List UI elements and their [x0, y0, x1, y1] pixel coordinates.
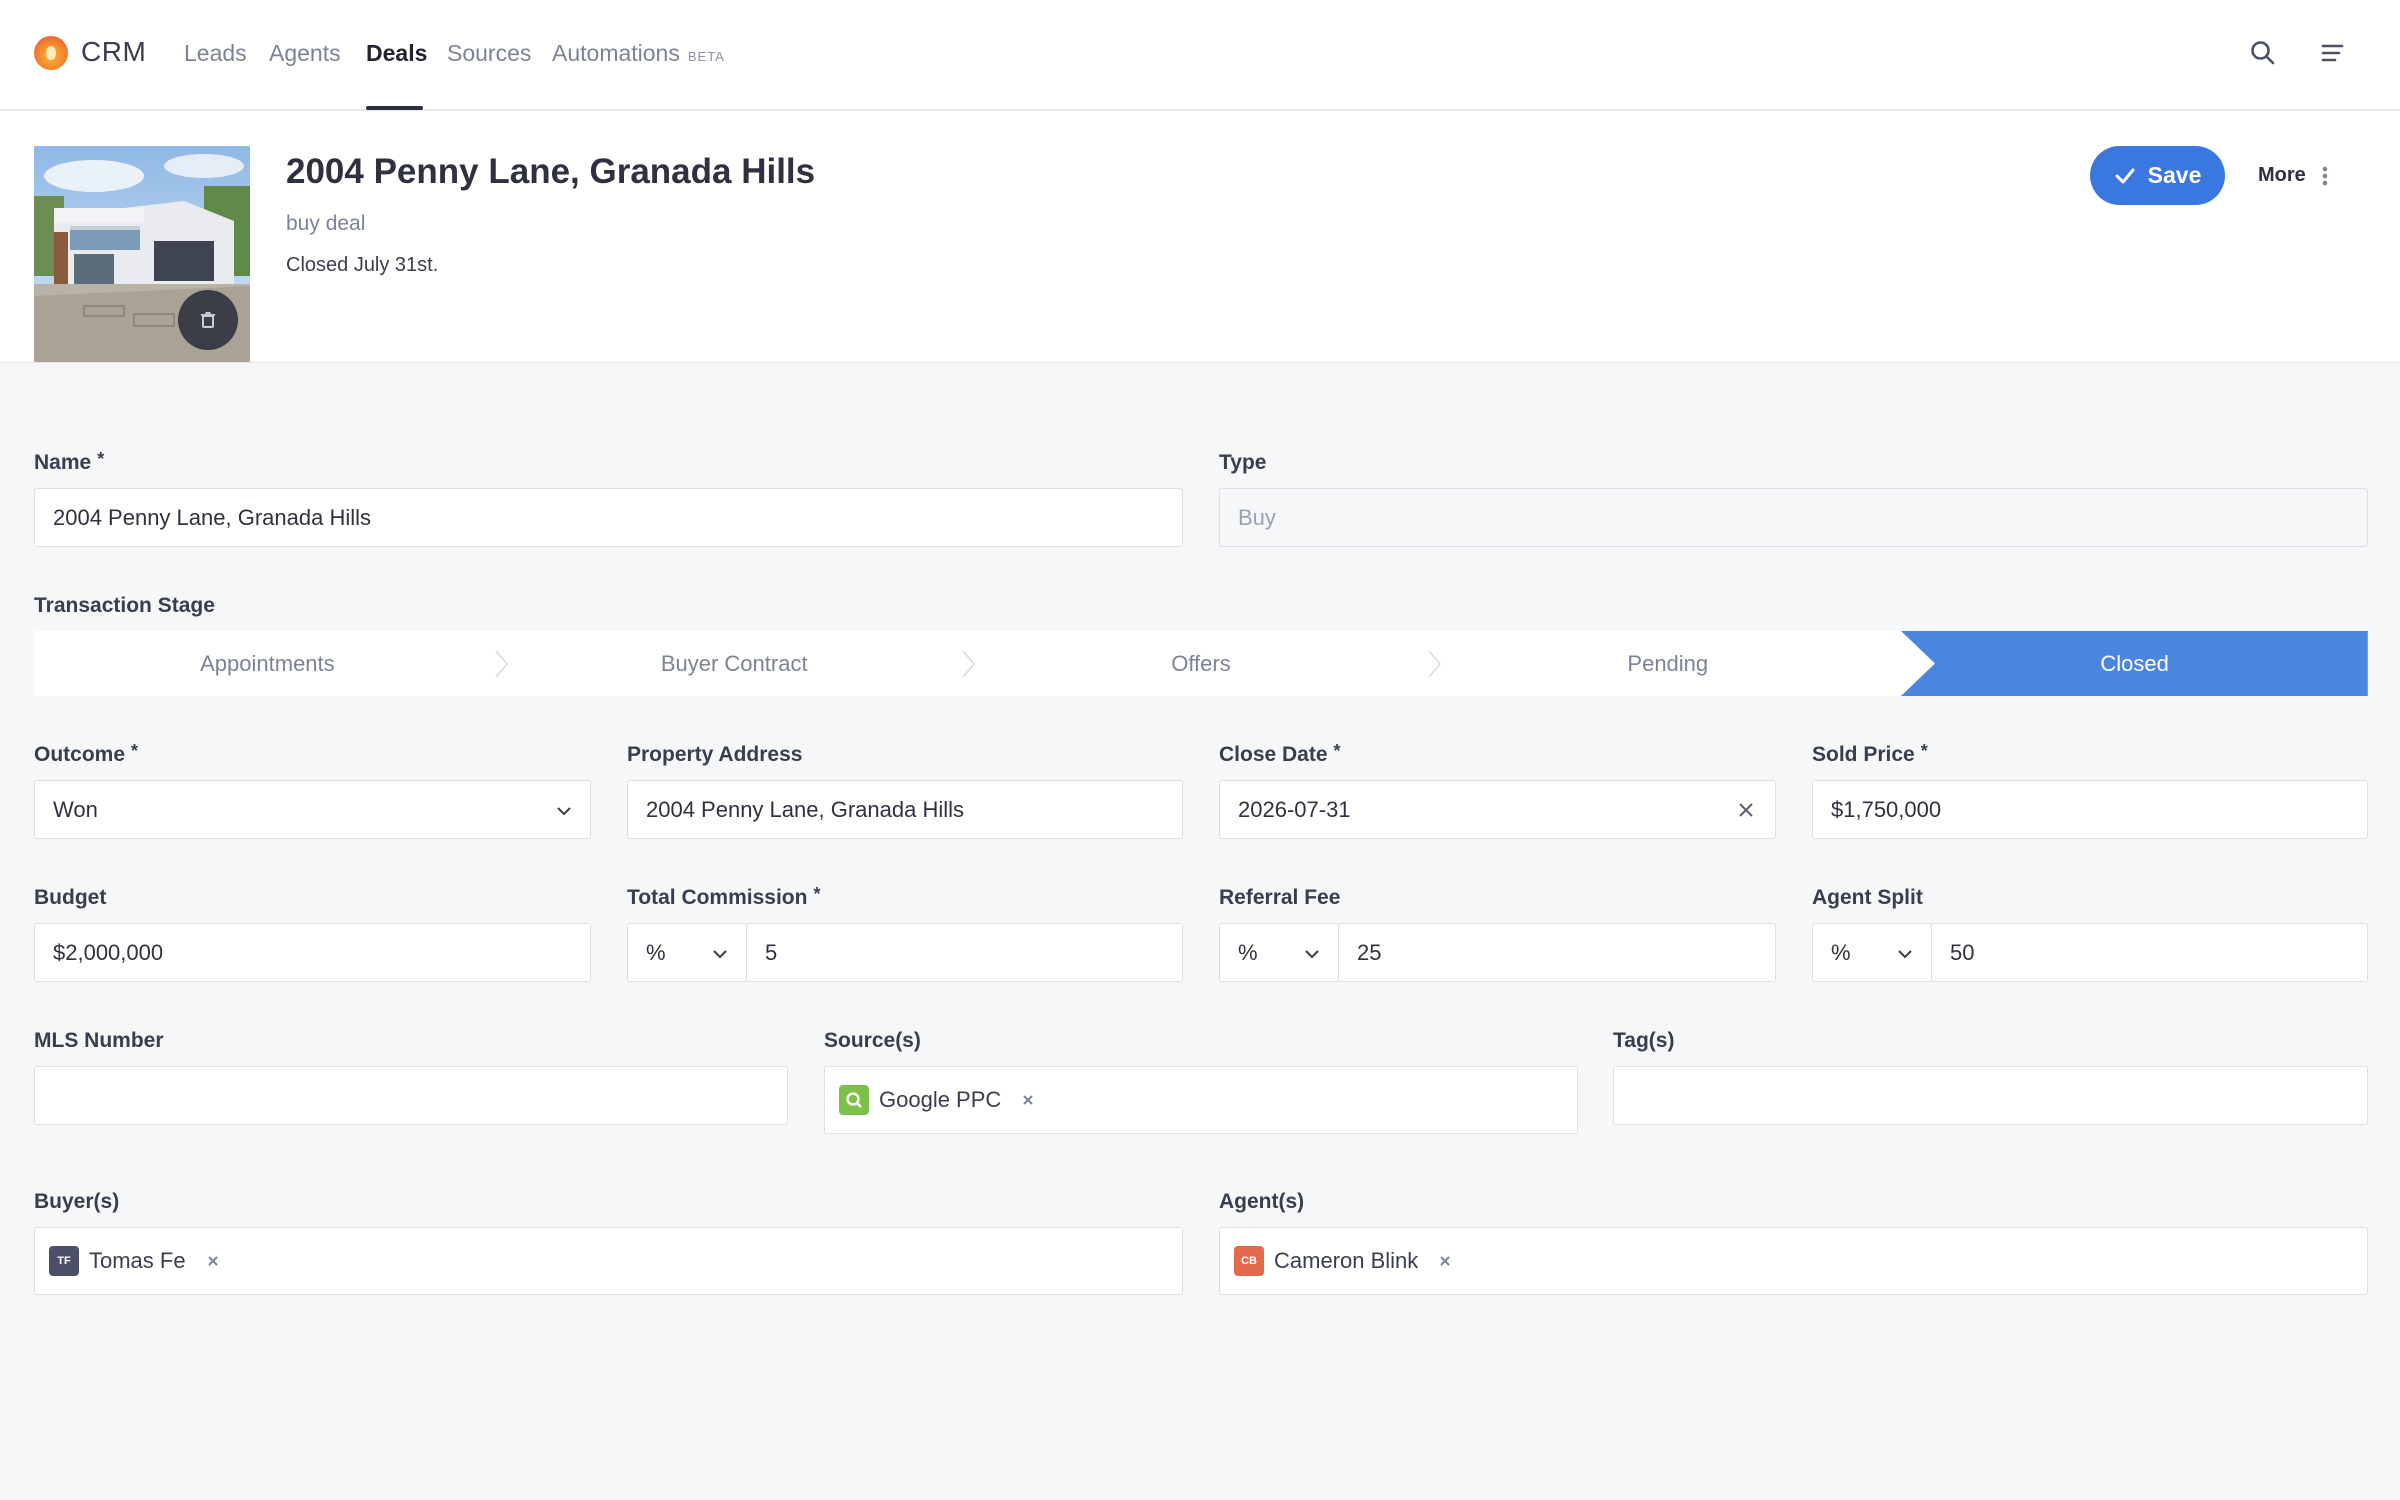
stage-buyer-contract[interactable]: Buyer Contract — [501, 631, 975, 696]
total-commission-label: Total Commission * — [627, 884, 821, 909]
property-address-input[interactable]: 2004 Penny Lane, Granada Hills — [627, 780, 1183, 839]
search-icon — [839, 1085, 869, 1115]
brand-logo[interactable] — [34, 36, 68, 70]
sources-input[interactable]: Google PPC — [824, 1066, 1578, 1134]
outcome-select[interactable]: Won — [34, 780, 591, 839]
tags-label: Tag(s) — [1613, 1029, 1675, 1052]
agent-chip: CB Cameron Blink — [1234, 1244, 1468, 1278]
type-field: Buy — [1219, 488, 2368, 547]
nav-item-automations-label: Automations — [552, 40, 680, 66]
source-chip-label: Google PPC — [879, 1087, 1002, 1112]
chevron-down-icon — [1305, 950, 1319, 959]
name-label: Name * — [34, 449, 105, 474]
remove-source-icon[interactable] — [1015, 1087, 1041, 1113]
total-commission-unit-select[interactable]: % — [627, 923, 747, 982]
tags-input[interactable] — [1613, 1066, 2368, 1125]
active-nav-underline — [366, 106, 423, 110]
nav-item-deals[interactable]: Deals — [366, 40, 427, 67]
deal-title: 2004 Penny Lane, Granada Hills — [286, 152, 816, 191]
buyer-chip: TF Tomas Fe — [49, 1244, 236, 1278]
property-address-label: Property Address — [627, 743, 803, 766]
stage-appointments[interactable]: Appointments — [34, 631, 508, 696]
avatar: CB — [1234, 1246, 1264, 1276]
name-input[interactable]: 2004 Penny Lane, Granada Hills — [34, 488, 1183, 547]
type-label: Type — [1219, 451, 1267, 474]
more-button[interactable]: More — [2258, 164, 2328, 187]
search-icon[interactable] — [2248, 38, 2278, 68]
total-commission-input[interactable]: 5 — [746, 923, 1183, 982]
deal-note: Closed July 31st. — [286, 254, 439, 276]
stage-offers[interactable]: Offers — [968, 631, 1442, 696]
menu-icon[interactable] — [2318, 38, 2348, 68]
close-date-label: Close Date * — [1219, 741, 1341, 766]
sources-label: Source(s) — [824, 1029, 921, 1052]
referral-fee-unit-select[interactable]: % — [1219, 923, 1339, 982]
agents-input[interactable]: CB Cameron Blink — [1219, 1227, 2368, 1295]
sold-price-label: Sold Price * — [1812, 741, 1928, 766]
deal-header — [0, 111, 2400, 363]
stage-closed[interactable]: Closed — [1901, 631, 2368, 696]
buyers-input[interactable]: TF Tomas Fe — [34, 1227, 1183, 1295]
nav-item-sources[interactable]: Sources — [447, 40, 531, 67]
check-icon — [2115, 168, 2135, 183]
remove-buyer-icon[interactable] — [200, 1248, 226, 1274]
save-button-label: Save — [2147, 162, 2202, 188]
transaction-stage-bar: Appointments Buyer Contract Offers Pendi… — [34, 631, 2368, 696]
clear-icon[interactable] — [1735, 799, 1757, 821]
agent-split-unit-select[interactable]: % — [1812, 923, 1932, 982]
beta-badge: BETA — [687, 49, 725, 64]
agents-label: Agent(s) — [1219, 1190, 1305, 1213]
mls-number-input[interactable] — [34, 1066, 788, 1125]
referral-fee-input[interactable]: 25 — [1338, 923, 1776, 982]
budget-input[interactable]: $2,000,000 — [34, 923, 591, 982]
deal-subtitle: buy deal — [286, 212, 366, 235]
nav-item-agents[interactable]: Agents — [269, 40, 341, 67]
budget-label: Budget — [34, 886, 107, 909]
referral-fee-label: Referral Fee — [1219, 886, 1341, 909]
more-vertical-icon — [2322, 166, 2328, 185]
mls-number-label: MLS Number — [34, 1029, 164, 1052]
trash-icon — [201, 312, 215, 328]
stage-pending[interactable]: Pending — [1434, 631, 1901, 696]
brand-name[interactable]: CRM — [81, 36, 146, 68]
agent-chip-label: Cameron Blink — [1274, 1248, 1419, 1273]
chevron-down-icon — [557, 807, 571, 816]
chevron-down-icon — [1898, 950, 1912, 959]
save-button[interactable]: Save — [2090, 146, 2225, 205]
sold-price-input[interactable]: $1,750,000 — [1812, 780, 2368, 839]
close-date-input[interactable]: 2026-07-31 — [1219, 780, 1776, 839]
avatar: TF — [49, 1246, 79, 1276]
agent-split-input[interactable]: 50 — [1931, 923, 2368, 982]
remove-agent-icon[interactable] — [1432, 1248, 1458, 1274]
buyers-label: Buyer(s) — [34, 1190, 120, 1213]
nav-item-automations[interactable]: Automations BETA — [552, 40, 725, 67]
transaction-stage-label: Transaction Stage — [34, 594, 215, 617]
outcome-label: Outcome * — [34, 741, 139, 766]
more-button-label: More — [2258, 164, 2306, 186]
agent-split-label: Agent Split — [1812, 886, 1923, 909]
buyer-chip-label: Tomas Fe — [89, 1248, 186, 1273]
delete-photo-button[interactable] — [178, 290, 238, 350]
top-nav: CRM Leads Agents Deals Sources Automatio… — [0, 0, 2400, 111]
source-chip: Google PPC — [839, 1083, 1051, 1117]
chevron-down-icon — [713, 950, 727, 959]
nav-item-leads[interactable]: Leads — [184, 40, 247, 67]
